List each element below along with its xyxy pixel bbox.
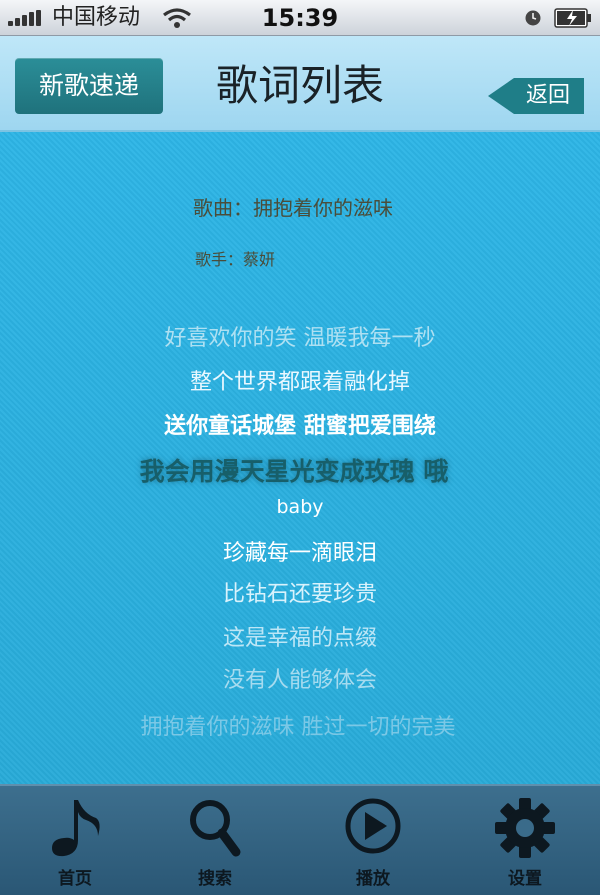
music-note-icon bbox=[52, 800, 100, 857]
lyric-line: 好喜欢你的笑 温暖我每一秒 bbox=[164, 326, 436, 351]
singer-name: 歌手：蔡妍 bbox=[195, 250, 276, 269]
tab-home[interactable]: 首页 bbox=[0, 786, 150, 895]
lyric-line-current: 我会用漫天星光变成玫瑰 哦 bbox=[139, 457, 449, 486]
status-time: 15:39 bbox=[261, 4, 339, 32]
navigation-bar: 新歌速递 歌词列表 返回 bbox=[0, 36, 600, 132]
song-title: 歌曲：拥抱着你的滋味 bbox=[193, 196, 393, 220]
tab-settings[interactable]: 设置 bbox=[450, 786, 600, 895]
tab-home-label: 首页 bbox=[58, 869, 92, 889]
back-button[interactable]: 返回 bbox=[488, 78, 584, 114]
lyrics-panel[interactable]: 歌曲：拥抱着你的滋味 歌手：蔡妍 好喜欢你的笑 温暖我每一秒 整个世界都跟着融化… bbox=[0, 132, 600, 784]
back-button-label: 返回 bbox=[525, 83, 570, 108]
tab-search-label: 搜索 bbox=[198, 869, 232, 889]
tab-settings-label: 设置 bbox=[508, 869, 542, 889]
tab-play-label: 播放 bbox=[356, 869, 390, 889]
lyric-line: 送你童话城堡 甜蜜把爱围绕 bbox=[164, 414, 436, 439]
gear-icon bbox=[495, 798, 555, 858]
lyric-line: 拥抱着你的滋味 胜过一切的完美 bbox=[140, 715, 456, 740]
clock-icon bbox=[525, 10, 541, 26]
tab-search[interactable]: 搜索 bbox=[140, 786, 290, 895]
page-title: 歌词列表 bbox=[215, 61, 384, 110]
lyric-line: 整个世界都跟着融化掉 bbox=[189, 370, 410, 395]
lyric-line: 比钻石还要珍贵 bbox=[222, 582, 377, 607]
lyric-line: 没有人能够体会 bbox=[222, 668, 377, 693]
lyric-line: 珍藏每一滴眼泪 bbox=[222, 541, 377, 566]
lyric-line: baby bbox=[276, 496, 324, 518]
battery-icon bbox=[554, 8, 591, 28]
tab-play[interactable]: 播放 bbox=[298, 786, 448, 895]
search-icon bbox=[190, 800, 241, 857]
status-bar: 中国移动 15:39 bbox=[0, 0, 600, 36]
new-songs-button[interactable]: 新歌速递 bbox=[15, 58, 163, 114]
lyric-line: 这是幸福的点缀 bbox=[222, 626, 377, 651]
tab-bar: 首页 搜索 播放 设置 bbox=[0, 784, 600, 895]
play-icon bbox=[345, 798, 401, 854]
